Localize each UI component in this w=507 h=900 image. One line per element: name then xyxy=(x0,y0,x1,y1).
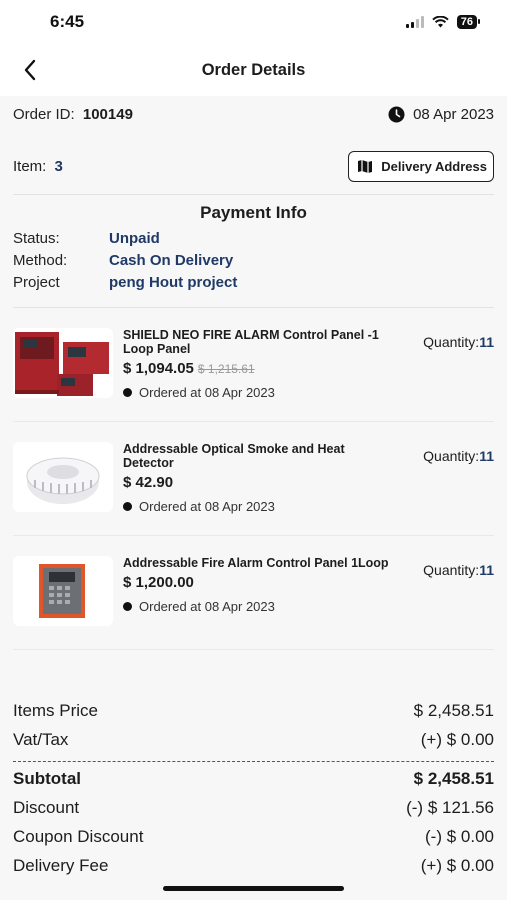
coupon-discount-label: Coupon Discount xyxy=(13,826,144,846)
signal-icon xyxy=(405,16,424,28)
payment-method-value: Cash On Delivery xyxy=(109,251,234,269)
discount-row: Discount (-) $ 121.56 xyxy=(13,793,494,822)
order-date-value: 08 Apr 2023 xyxy=(413,105,494,123)
delivery-address-button[interactable]: Delivery Address xyxy=(348,150,494,182)
vat-value: (+) $ 0.00 xyxy=(420,729,494,749)
discount-value: (-) $ 121.56 xyxy=(406,797,494,817)
delivery-fee-row: Delivery Fee (+) $ 0.00 xyxy=(13,851,494,880)
chevron-left-icon xyxy=(24,59,36,81)
order-id-label: Order ID: xyxy=(13,105,75,123)
product-ordered-date: Ordered at 08 Apr 2023 xyxy=(123,599,398,614)
product-item[interactable]: Addressable Fire Alarm Control Panel 1Lo… xyxy=(13,536,494,650)
payment-method-label: Method: xyxy=(13,251,68,269)
dashed-divider xyxy=(13,761,494,762)
product-info: Addressable Fire Alarm Control Panel 1Lo… xyxy=(123,556,398,614)
payment-project-row: Project peng Hout project xyxy=(13,271,494,293)
nav-bar: Order Details xyxy=(0,44,507,96)
product-name: SHIELD NEO FIRE ALARM Control Panel -1 L… xyxy=(123,328,379,356)
product-image-smoke-detector xyxy=(13,442,113,512)
product-ordered-date: Ordered at 08 Apr 2023 xyxy=(123,499,398,514)
product-quantity: Quantity:11 xyxy=(423,334,494,350)
payment-info-title: Payment Info xyxy=(200,203,307,222)
product-quantity-label: Quantity: xyxy=(423,448,480,464)
coupon-discount-value: (-) $ 0.00 xyxy=(425,826,494,846)
vat-label: Vat/Tax xyxy=(13,729,69,749)
product-price-row: $ 1,200.00 xyxy=(123,574,398,591)
item-row: Item: 3 Delivery Address xyxy=(13,138,494,194)
items-price-value: $ 2,458.51 xyxy=(413,700,494,720)
product-name: Addressable Optical Smoke and Heat Detec… xyxy=(123,442,345,470)
product-info: SHIELD NEO FIRE ALARM Control Panel -1 L… xyxy=(123,328,398,400)
product-ordered-text: Ordered at 08 Apr 2023 xyxy=(139,499,275,514)
order-totals: Items Price $ 2,458.51 Vat/Tax (+) $ 0.0… xyxy=(13,696,494,880)
payment-status-value: Unpaid xyxy=(109,229,160,247)
items-price-label: Items Price xyxy=(13,700,99,720)
battery-icon: 76 xyxy=(456,15,481,29)
item-count-value: 3 xyxy=(54,157,63,175)
product-old-price: $ 1,215.61 xyxy=(197,362,255,376)
subtotal-row: Subtotal $ 2,458.51 xyxy=(13,764,494,793)
product-item[interactable]: Addressable Optical Smoke and Heat Detec… xyxy=(13,422,494,536)
page-title: Order Details xyxy=(201,60,306,79)
product-quantity-label: Quantity: xyxy=(423,562,480,578)
payment-project-label: Project xyxy=(13,273,60,291)
coupon-discount-row: Coupon Discount (-) $ 0.00 xyxy=(13,822,494,851)
dot-icon xyxy=(123,502,132,511)
delivery-fee-value: (+) $ 0.00 xyxy=(420,855,494,875)
divider xyxy=(13,194,494,195)
payment-info-section: Payment Info Status: Unpaid Method: Cash… xyxy=(13,203,494,307)
status-time: 6:45 xyxy=(50,12,85,31)
product-price: $ 42.90 xyxy=(123,474,174,491)
wifi-icon xyxy=(432,16,449,28)
product-price-row: $ 1,094.05 $ 1,215.61 xyxy=(123,360,398,377)
product-item[interactable]: SHIELD NEO FIRE ALARM Control Panel -1 L… xyxy=(13,308,494,422)
order-id-value: 100149 xyxy=(82,105,133,123)
product-image-control-panel xyxy=(13,556,113,626)
product-image-fire-alarm-panel xyxy=(13,328,113,398)
product-ordered-text: Ordered at 08 Apr 2023 xyxy=(139,385,275,400)
subtotal-value: $ 2,458.51 xyxy=(413,768,494,788)
status-icons: 76 xyxy=(405,15,481,29)
product-info: Addressable Optical Smoke and Heat Detec… xyxy=(123,442,398,514)
dot-icon xyxy=(123,388,132,397)
items-price-row: Items Price $ 2,458.51 xyxy=(13,696,494,725)
product-name: Addressable Fire Alarm Control Panel 1Lo… xyxy=(123,556,389,570)
product-ordered-date: Ordered at 08 Apr 2023 xyxy=(123,385,398,400)
clock-icon xyxy=(388,106,405,122)
subtotal-label: Subtotal xyxy=(13,768,81,788)
back-button[interactable] xyxy=(16,56,44,84)
product-quantity-value: 11 xyxy=(479,448,494,464)
product-ordered-text: Ordered at 08 Apr 2023 xyxy=(139,599,275,614)
payment-status-row: Status: Unpaid xyxy=(13,227,494,249)
product-list: SHIELD NEO FIRE ALARM Control Panel -1 L… xyxy=(13,308,494,650)
order-date: 08 Apr 2023 xyxy=(388,106,494,123)
payment-project-value: peng Hout project xyxy=(109,273,238,291)
product-quantity-value: 11 xyxy=(479,334,494,350)
product-quantity-label: Quantity: xyxy=(423,334,480,350)
home-indicator[interactable] xyxy=(163,886,344,891)
map-icon xyxy=(358,159,373,173)
product-price: $ 1,094.05 xyxy=(123,360,194,377)
order-content: Order ID: 100149 08 Apr 2023 Item: 3 Del… xyxy=(0,96,507,880)
status-bar: 6:45 76 xyxy=(0,0,507,44)
dot-icon xyxy=(123,602,132,611)
payment-status-label: Status: xyxy=(13,229,60,247)
vat-row: Vat/Tax (+) $ 0.00 xyxy=(13,725,494,754)
order-id: Order ID: 100149 xyxy=(13,106,133,123)
product-quantity-value: 11 xyxy=(479,562,494,578)
item-label: Item: xyxy=(13,157,47,175)
product-price: $ 1,200.00 xyxy=(123,574,194,591)
item-count: Item: 3 xyxy=(13,158,63,175)
delivery-address-label: Delivery Address xyxy=(381,158,487,174)
payment-method-row: Method: Cash On Delivery xyxy=(13,249,494,271)
product-price-row: $ 42.90 xyxy=(123,474,398,491)
delivery-fee-label: Delivery Fee xyxy=(13,855,109,875)
product-quantity: Quantity:11 xyxy=(423,448,494,464)
product-quantity: Quantity:11 xyxy=(423,562,494,578)
order-id-row: Order ID: 100149 08 Apr 2023 xyxy=(13,96,494,132)
discount-label: Discount xyxy=(13,797,80,817)
